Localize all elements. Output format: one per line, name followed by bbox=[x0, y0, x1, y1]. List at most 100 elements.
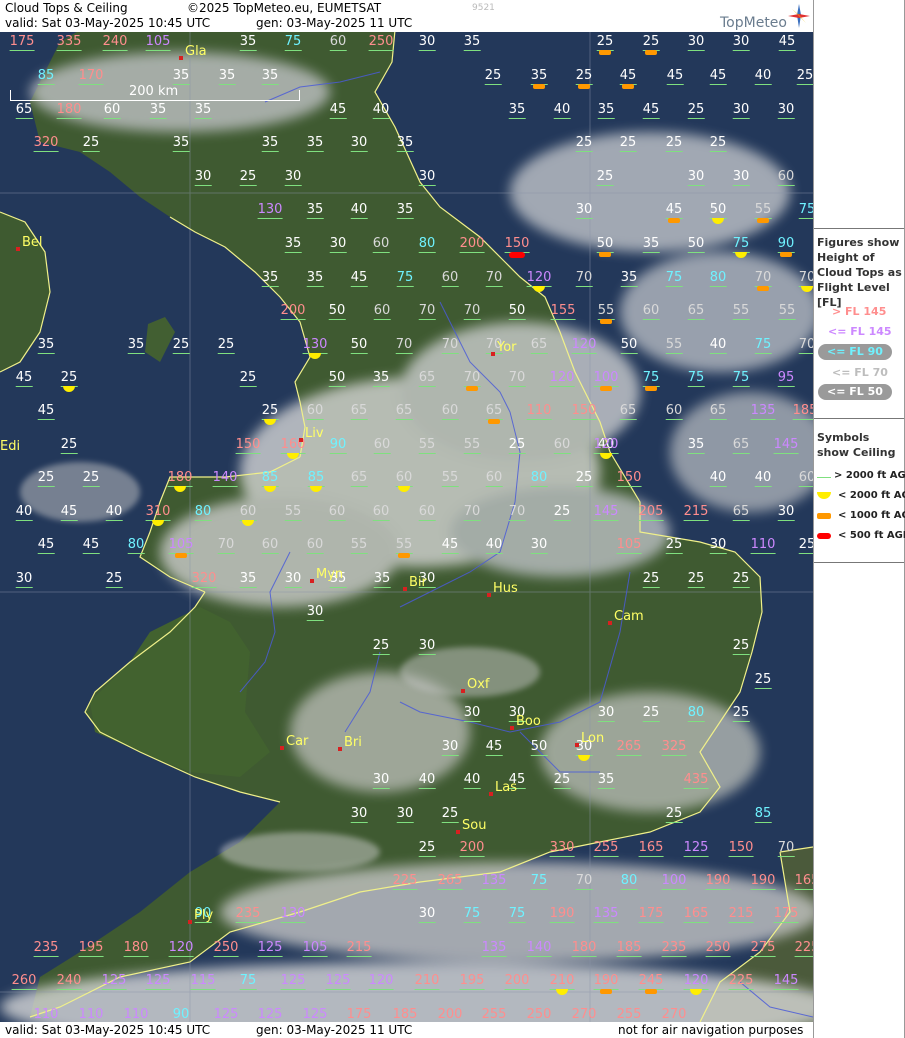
flight-level-value: 35 bbox=[306, 270, 324, 287]
ceiling-below-1000-icon bbox=[668, 218, 680, 223]
city-label: Bel bbox=[16, 235, 43, 251]
flight-level-value: 120 bbox=[593, 437, 619, 454]
legend-fl90: <= FL 90 bbox=[818, 344, 892, 360]
flight-level-value: 150 bbox=[235, 437, 261, 454]
flight-level-value: 90 bbox=[172, 1007, 190, 1022]
flight-level-value: 25 bbox=[239, 370, 257, 387]
city-label: Myn bbox=[310, 567, 343, 583]
legend-fl70: <= FL 70 bbox=[832, 366, 888, 379]
flight-level-value: 75 bbox=[642, 370, 660, 387]
ceiling-below-1000-icon bbox=[645, 386, 657, 391]
flight-level-value: 60 bbox=[395, 470, 413, 487]
flight-level-value: 190 bbox=[549, 906, 575, 923]
flight-level-value: 235 bbox=[235, 906, 261, 923]
flight-level-value: 60 bbox=[328, 504, 346, 521]
flight-level-value: 40 bbox=[709, 470, 727, 487]
flight-level-value: 215 bbox=[683, 504, 709, 521]
ceiling-below-1000-icon bbox=[600, 386, 612, 391]
flight-level-value: 80 bbox=[530, 470, 548, 487]
flight-level-value: 25 bbox=[60, 370, 78, 387]
flight-level-value: 60 bbox=[642, 303, 660, 320]
flight-level-value: 330 bbox=[549, 840, 575, 857]
legend-figures-title: Figures show Height of Cloud Tops as Fli… bbox=[817, 236, 902, 309]
flight-level-value: 35 bbox=[37, 337, 55, 354]
flight-level-value: 170 bbox=[78, 68, 104, 85]
flight-level-value: 25 bbox=[575, 68, 593, 85]
ceiling-below-1000-icon bbox=[600, 989, 612, 994]
flight-level-value: 310 bbox=[145, 504, 171, 521]
flight-level-value: 225 bbox=[728, 973, 754, 990]
flight-level-value: 25 bbox=[596, 169, 614, 186]
flight-level-value: 35 bbox=[306, 135, 324, 152]
flight-level-value: 320 bbox=[33, 135, 59, 152]
flight-level-value: 45 bbox=[37, 403, 55, 420]
flight-level-value: 90 bbox=[777, 236, 795, 253]
flight-level-value: 40 bbox=[463, 772, 481, 789]
flight-level-value: 125 bbox=[257, 940, 283, 957]
flight-level-value: 60 bbox=[418, 504, 436, 521]
flight-level-value: 75 bbox=[463, 906, 481, 923]
flight-level-value: 265 bbox=[616, 739, 642, 756]
flight-level-value: 240 bbox=[102, 34, 128, 51]
ceiling-below-1000-icon bbox=[599, 50, 611, 55]
city-name: Boo bbox=[516, 714, 541, 729]
header-bar: Cloud Tops & Ceiling ©2025 TopMeteo.eu, … bbox=[0, 0, 813, 32]
flight-level-value: 105 bbox=[145, 34, 171, 51]
city-label: Bir bbox=[403, 575, 427, 591]
flight-level-value: 125 bbox=[213, 1007, 239, 1022]
flight-level-value: 50 bbox=[620, 337, 638, 354]
flight-level-value: 30 bbox=[687, 34, 705, 51]
flight-level-value: 205 bbox=[638, 504, 664, 521]
city-marker-icon bbox=[403, 587, 407, 591]
flight-level-value: 155 bbox=[550, 303, 576, 320]
flight-level-value: 50 bbox=[350, 337, 368, 354]
flight-level-value: 125 bbox=[101, 973, 127, 990]
flight-level-value: 40 bbox=[754, 470, 772, 487]
flight-level-value: 30 bbox=[463, 705, 481, 722]
flight-level-value: 85 bbox=[37, 68, 55, 85]
flight-level-value: 190 bbox=[750, 873, 776, 890]
flight-level-value: 35 bbox=[284, 236, 302, 253]
symbol-yellow-icon bbox=[817, 492, 831, 499]
flight-level-value: 70 bbox=[463, 504, 481, 521]
satellite-map[interactable]: 200 km 175 335 240 105 35 75 60 250 30 35 25 25 30 30… bbox=[0, 32, 813, 1022]
city-name: Las bbox=[495, 780, 517, 795]
flight-level-value: 60 bbox=[261, 537, 279, 554]
ceiling-below-1000-icon bbox=[757, 218, 769, 223]
ceiling-below-1000-icon bbox=[600, 319, 612, 324]
flight-level-value: 150 bbox=[616, 470, 642, 487]
ceiling-below-1000-icon bbox=[398, 553, 410, 558]
flight-level-value: 25 bbox=[732, 638, 750, 655]
flight-level-value: 30 bbox=[418, 34, 436, 51]
flight-level-value: 75 bbox=[508, 906, 526, 923]
city-name: Bri bbox=[344, 735, 362, 750]
ceiling-below-1000-icon bbox=[645, 50, 657, 55]
flight-level-value: 165 bbox=[683, 906, 709, 923]
footer-bar: valid: Sat 03-May-2025 10:45 UTC gen: 03… bbox=[0, 1022, 813, 1038]
flight-level-value: 110 bbox=[526, 403, 552, 420]
flight-level-value: 80 bbox=[620, 873, 638, 890]
flight-level-value: 45 bbox=[15, 370, 33, 387]
flight-level-value: 60 bbox=[485, 470, 503, 487]
flight-level-value: 25 bbox=[575, 135, 593, 152]
city-label: Sou bbox=[456, 818, 486, 834]
flight-level-value: 175 bbox=[638, 906, 664, 923]
city-name: Liv bbox=[305, 426, 324, 441]
city-name: Car bbox=[286, 734, 309, 749]
flight-level-value: 50 bbox=[530, 739, 548, 756]
flight-level-value: 75 bbox=[665, 270, 683, 287]
city-marker-icon bbox=[179, 56, 183, 60]
flight-level-value: 55 bbox=[597, 303, 615, 320]
flight-level-value: 25 bbox=[105, 571, 123, 588]
flight-level-value: 125 bbox=[145, 973, 171, 990]
legend-panel: Figures show Height of Cloud Tops as Fli… bbox=[813, 0, 905, 1038]
flight-level-value: 240 bbox=[56, 973, 82, 990]
flight-level-value: 120 bbox=[549, 370, 575, 387]
flight-level-value: 200 bbox=[459, 236, 485, 253]
ceiling-below-1000-icon bbox=[466, 386, 478, 391]
flight-level-value: 225 bbox=[794, 941, 813, 957]
flight-level-value: 35 bbox=[218, 68, 236, 85]
flight-level-value: 30 bbox=[530, 537, 548, 554]
flight-level-value: 65 bbox=[350, 403, 368, 420]
city-label: Cam bbox=[608, 609, 644, 625]
